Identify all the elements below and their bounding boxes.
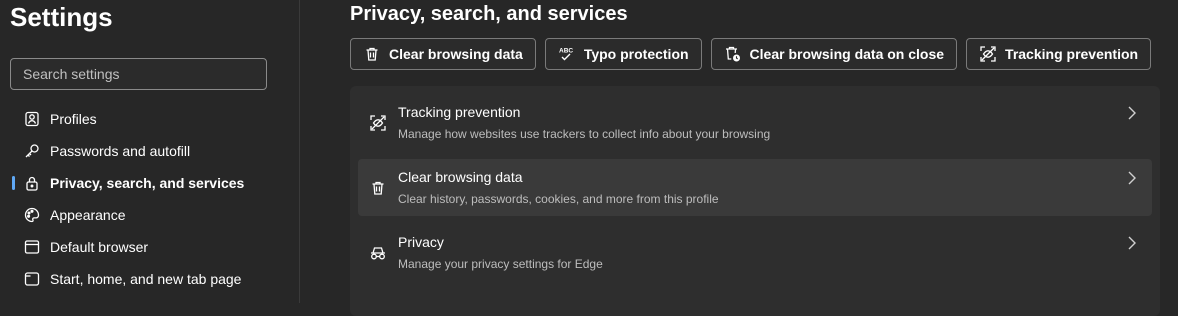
incognito-icon (368, 243, 388, 263)
clear-on-close-button[interactable]: Clear browsing data on close (710, 38, 958, 70)
sidebar-item-label: Privacy, search, and services (50, 175, 245, 191)
sidebar-item-privacy[interactable]: Privacy, search, and services (0, 167, 300, 199)
typo-protection-button[interactable]: ABC Typo protection (544, 38, 702, 70)
clear-browsing-data-row[interactable]: Clear browsing data Clear history, passw… (358, 159, 1152, 216)
row-subtitle: Manage how websites use trackers to coll… (398, 127, 771, 141)
quick-actions: Clear browsing data ABC Typo protection … (350, 38, 1152, 70)
chip-label: Clear browsing data on close (749, 46, 945, 62)
sidebar-item-label: Profiles (50, 111, 97, 127)
svg-text:ABC: ABC (559, 48, 573, 55)
palette-icon (23, 206, 41, 224)
sidebar-item-label: Default browser (50, 239, 149, 255)
row-subtitle: Clear history, passwords, cookies, and m… (398, 192, 719, 206)
chevron-right-icon (1126, 234, 1138, 252)
sidebar-item-passwords[interactable]: Passwords and autofill (0, 135, 300, 167)
row-title: Clear browsing data (398, 169, 523, 185)
sidebar-item-label: Appearance (50, 207, 126, 223)
sidebar-item-profiles[interactable]: Profiles (0, 103, 300, 135)
page-title: Privacy, search, and services (350, 3, 628, 25)
browser-icon (23, 238, 41, 256)
lock-icon (23, 174, 41, 192)
search-input[interactable] (10, 58, 267, 90)
sidebar-item-default-browser[interactable]: Default browser (0, 231, 300, 263)
sidebar-nav: Profiles Passwords and autofill Privacy,… (0, 103, 300, 295)
tracking-prevention-button[interactable]: Tracking prevention (966, 38, 1152, 70)
sidebar: Settings Profiles Passwords and autofill (0, 0, 300, 303)
chevron-right-icon (1126, 169, 1138, 187)
tracking-icon (979, 45, 997, 63)
home-tab-icon (23, 270, 41, 288)
clear-browsing-data-button[interactable]: Clear browsing data (350, 38, 536, 70)
trash-clock-icon (724, 45, 742, 63)
chip-label: Clear browsing data (389, 46, 523, 62)
settings-title: Settings (10, 2, 113, 32)
chip-label: Typo protection (583, 46, 689, 62)
row-subtitle: Manage your privacy settings for Edge (398, 257, 603, 271)
sidebar-item-label: Start, home, and new tab page (50, 271, 242, 287)
row-title: Tracking prevention (398, 104, 521, 120)
profile-icon (23, 110, 41, 128)
privacy-row[interactable]: Privacy Manage your privacy settings for… (358, 224, 1152, 281)
tracking-prevention-row[interactable]: Tracking prevention Manage how websites … (358, 94, 1152, 151)
main-content: Privacy, search, and services Clear brow… (301, 0, 1178, 316)
trash-icon (368, 178, 388, 198)
sidebar-item-appearance[interactable]: Appearance (0, 199, 300, 231)
key-icon (23, 142, 41, 160)
chip-label: Tracking prevention (1005, 46, 1139, 62)
row-title: Privacy (398, 234, 444, 250)
abc-check-icon: ABC (558, 45, 576, 63)
trash-icon (363, 45, 381, 63)
sidebar-item-label: Passwords and autofill (50, 143, 191, 159)
sidebar-item-start-home[interactable]: Start, home, and new tab page (0, 263, 300, 295)
tracking-icon (368, 113, 388, 133)
chevron-right-icon (1126, 104, 1138, 122)
privacy-settings-card: Tracking prevention Manage how websites … (350, 86, 1160, 316)
